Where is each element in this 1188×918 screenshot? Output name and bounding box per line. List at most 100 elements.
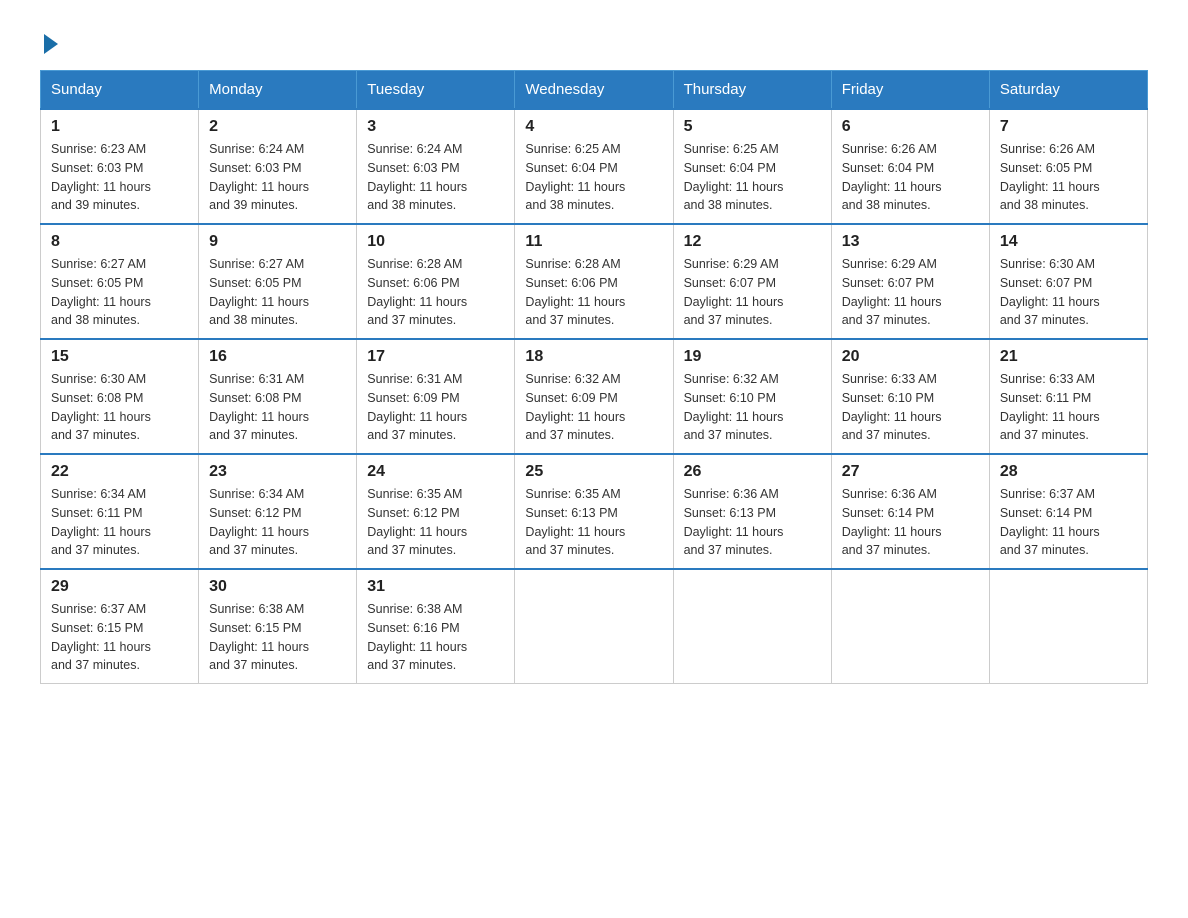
day-info: Sunrise: 6:34 AM Sunset: 6:11 PM Dayligh… xyxy=(51,485,188,560)
day-number: 2 xyxy=(209,118,346,136)
day-info: Sunrise: 6:38 AM Sunset: 6:15 PM Dayligh… xyxy=(209,600,346,675)
day-info: Sunrise: 6:25 AM Sunset: 6:04 PM Dayligh… xyxy=(525,140,662,215)
calendar-cell xyxy=(673,569,831,684)
day-info: Sunrise: 6:26 AM Sunset: 6:05 PM Dayligh… xyxy=(1000,140,1137,215)
calendar-cell xyxy=(989,569,1147,684)
calendar-cell: 18 Sunrise: 6:32 AM Sunset: 6:09 PM Dayl… xyxy=(515,339,673,454)
logo xyxy=(40,30,58,50)
calendar-cell: 30 Sunrise: 6:38 AM Sunset: 6:15 PM Dayl… xyxy=(199,569,357,684)
col-header-saturday: Saturday xyxy=(989,71,1147,110)
calendar-cell: 31 Sunrise: 6:38 AM Sunset: 6:16 PM Dayl… xyxy=(357,569,515,684)
day-number: 5 xyxy=(684,118,821,136)
calendar-cell xyxy=(831,569,989,684)
day-number: 7 xyxy=(1000,118,1137,136)
day-info: Sunrise: 6:34 AM Sunset: 6:12 PM Dayligh… xyxy=(209,485,346,560)
day-number: 27 xyxy=(842,463,979,481)
calendar-cell: 20 Sunrise: 6:33 AM Sunset: 6:10 PM Dayl… xyxy=(831,339,989,454)
day-number: 9 xyxy=(209,233,346,251)
calendar-table: SundayMondayTuesdayWednesdayThursdayFrid… xyxy=(40,70,1148,684)
day-info: Sunrise: 6:29 AM Sunset: 6:07 PM Dayligh… xyxy=(684,255,821,330)
day-info: Sunrise: 6:24 AM Sunset: 6:03 PM Dayligh… xyxy=(209,140,346,215)
calendar-cell: 24 Sunrise: 6:35 AM Sunset: 6:12 PM Dayl… xyxy=(357,454,515,569)
calendar-cell: 7 Sunrise: 6:26 AM Sunset: 6:05 PM Dayli… xyxy=(989,109,1147,224)
day-number: 17 xyxy=(367,348,504,366)
day-info: Sunrise: 6:32 AM Sunset: 6:10 PM Dayligh… xyxy=(684,370,821,445)
day-info: Sunrise: 6:32 AM Sunset: 6:09 PM Dayligh… xyxy=(525,370,662,445)
day-info: Sunrise: 6:29 AM Sunset: 6:07 PM Dayligh… xyxy=(842,255,979,330)
col-header-wednesday: Wednesday xyxy=(515,71,673,110)
day-info: Sunrise: 6:37 AM Sunset: 6:14 PM Dayligh… xyxy=(1000,485,1137,560)
day-number: 22 xyxy=(51,463,188,481)
calendar-week-4: 22 Sunrise: 6:34 AM Sunset: 6:11 PM Dayl… xyxy=(41,454,1148,569)
calendar-cell: 1 Sunrise: 6:23 AM Sunset: 6:03 PM Dayli… xyxy=(41,109,199,224)
day-number: 13 xyxy=(842,233,979,251)
day-info: Sunrise: 6:38 AM Sunset: 6:16 PM Dayligh… xyxy=(367,600,504,675)
calendar-cell: 6 Sunrise: 6:26 AM Sunset: 6:04 PM Dayli… xyxy=(831,109,989,224)
day-info: Sunrise: 6:35 AM Sunset: 6:13 PM Dayligh… xyxy=(525,485,662,560)
calendar-cell: 5 Sunrise: 6:25 AM Sunset: 6:04 PM Dayli… xyxy=(673,109,831,224)
calendar-cell: 15 Sunrise: 6:30 AM Sunset: 6:08 PM Dayl… xyxy=(41,339,199,454)
day-info: Sunrise: 6:33 AM Sunset: 6:11 PM Dayligh… xyxy=(1000,370,1137,445)
day-number: 12 xyxy=(684,233,821,251)
day-number: 28 xyxy=(1000,463,1137,481)
calendar-cell: 21 Sunrise: 6:33 AM Sunset: 6:11 PM Dayl… xyxy=(989,339,1147,454)
day-number: 21 xyxy=(1000,348,1137,366)
day-info: Sunrise: 6:25 AM Sunset: 6:04 PM Dayligh… xyxy=(684,140,821,215)
day-info: Sunrise: 6:36 AM Sunset: 6:14 PM Dayligh… xyxy=(842,485,979,560)
day-info: Sunrise: 6:28 AM Sunset: 6:06 PM Dayligh… xyxy=(367,255,504,330)
day-info: Sunrise: 6:37 AM Sunset: 6:15 PM Dayligh… xyxy=(51,600,188,675)
day-number: 25 xyxy=(525,463,662,481)
day-number: 4 xyxy=(525,118,662,136)
calendar-week-5: 29 Sunrise: 6:37 AM Sunset: 6:15 PM Dayl… xyxy=(41,569,1148,684)
col-header-sunday: Sunday xyxy=(41,71,199,110)
calendar-cell: 3 Sunrise: 6:24 AM Sunset: 6:03 PM Dayli… xyxy=(357,109,515,224)
calendar-week-2: 8 Sunrise: 6:27 AM Sunset: 6:05 PM Dayli… xyxy=(41,224,1148,339)
day-number: 18 xyxy=(525,348,662,366)
day-number: 14 xyxy=(1000,233,1137,251)
day-number: 15 xyxy=(51,348,188,366)
day-info: Sunrise: 6:31 AM Sunset: 6:08 PM Dayligh… xyxy=(209,370,346,445)
calendar-cell: 9 Sunrise: 6:27 AM Sunset: 6:05 PM Dayli… xyxy=(199,224,357,339)
day-number: 23 xyxy=(209,463,346,481)
calendar-cell: 26 Sunrise: 6:36 AM Sunset: 6:13 PM Dayl… xyxy=(673,454,831,569)
day-info: Sunrise: 6:24 AM Sunset: 6:03 PM Dayligh… xyxy=(367,140,504,215)
calendar-cell: 29 Sunrise: 6:37 AM Sunset: 6:15 PM Dayl… xyxy=(41,569,199,684)
calendar-week-3: 15 Sunrise: 6:30 AM Sunset: 6:08 PM Dayl… xyxy=(41,339,1148,454)
day-number: 1 xyxy=(51,118,188,136)
day-number: 3 xyxy=(367,118,504,136)
day-info: Sunrise: 6:28 AM Sunset: 6:06 PM Dayligh… xyxy=(525,255,662,330)
day-info: Sunrise: 6:31 AM Sunset: 6:09 PM Dayligh… xyxy=(367,370,504,445)
day-info: Sunrise: 6:36 AM Sunset: 6:13 PM Dayligh… xyxy=(684,485,821,560)
day-info: Sunrise: 6:23 AM Sunset: 6:03 PM Dayligh… xyxy=(51,140,188,215)
day-number: 10 xyxy=(367,233,504,251)
calendar-cell: 13 Sunrise: 6:29 AM Sunset: 6:07 PM Dayl… xyxy=(831,224,989,339)
col-header-friday: Friday xyxy=(831,71,989,110)
page-header xyxy=(40,30,1148,50)
day-number: 16 xyxy=(209,348,346,366)
day-number: 24 xyxy=(367,463,504,481)
day-info: Sunrise: 6:27 AM Sunset: 6:05 PM Dayligh… xyxy=(51,255,188,330)
day-number: 26 xyxy=(684,463,821,481)
calendar-cell: 11 Sunrise: 6:28 AM Sunset: 6:06 PM Dayl… xyxy=(515,224,673,339)
day-number: 30 xyxy=(209,578,346,596)
calendar-cell: 25 Sunrise: 6:35 AM Sunset: 6:13 PM Dayl… xyxy=(515,454,673,569)
day-number: 31 xyxy=(367,578,504,596)
calendar-cell: 28 Sunrise: 6:37 AM Sunset: 6:14 PM Dayl… xyxy=(989,454,1147,569)
day-info: Sunrise: 6:33 AM Sunset: 6:10 PM Dayligh… xyxy=(842,370,979,445)
calendar-cell: 22 Sunrise: 6:34 AM Sunset: 6:11 PM Dayl… xyxy=(41,454,199,569)
calendar-cell: 12 Sunrise: 6:29 AM Sunset: 6:07 PM Dayl… xyxy=(673,224,831,339)
day-info: Sunrise: 6:35 AM Sunset: 6:12 PM Dayligh… xyxy=(367,485,504,560)
col-header-thursday: Thursday xyxy=(673,71,831,110)
day-number: 8 xyxy=(51,233,188,251)
calendar-cell xyxy=(515,569,673,684)
calendar-cell: 17 Sunrise: 6:31 AM Sunset: 6:09 PM Dayl… xyxy=(357,339,515,454)
logo-arrow-icon xyxy=(44,34,58,54)
col-header-monday: Monday xyxy=(199,71,357,110)
calendar-cell: 27 Sunrise: 6:36 AM Sunset: 6:14 PM Dayl… xyxy=(831,454,989,569)
day-info: Sunrise: 6:30 AM Sunset: 6:08 PM Dayligh… xyxy=(51,370,188,445)
day-number: 6 xyxy=(842,118,979,136)
day-number: 19 xyxy=(684,348,821,366)
col-header-tuesday: Tuesday xyxy=(357,71,515,110)
calendar-cell: 8 Sunrise: 6:27 AM Sunset: 6:05 PM Dayli… xyxy=(41,224,199,339)
calendar-cell: 4 Sunrise: 6:25 AM Sunset: 6:04 PM Dayli… xyxy=(515,109,673,224)
